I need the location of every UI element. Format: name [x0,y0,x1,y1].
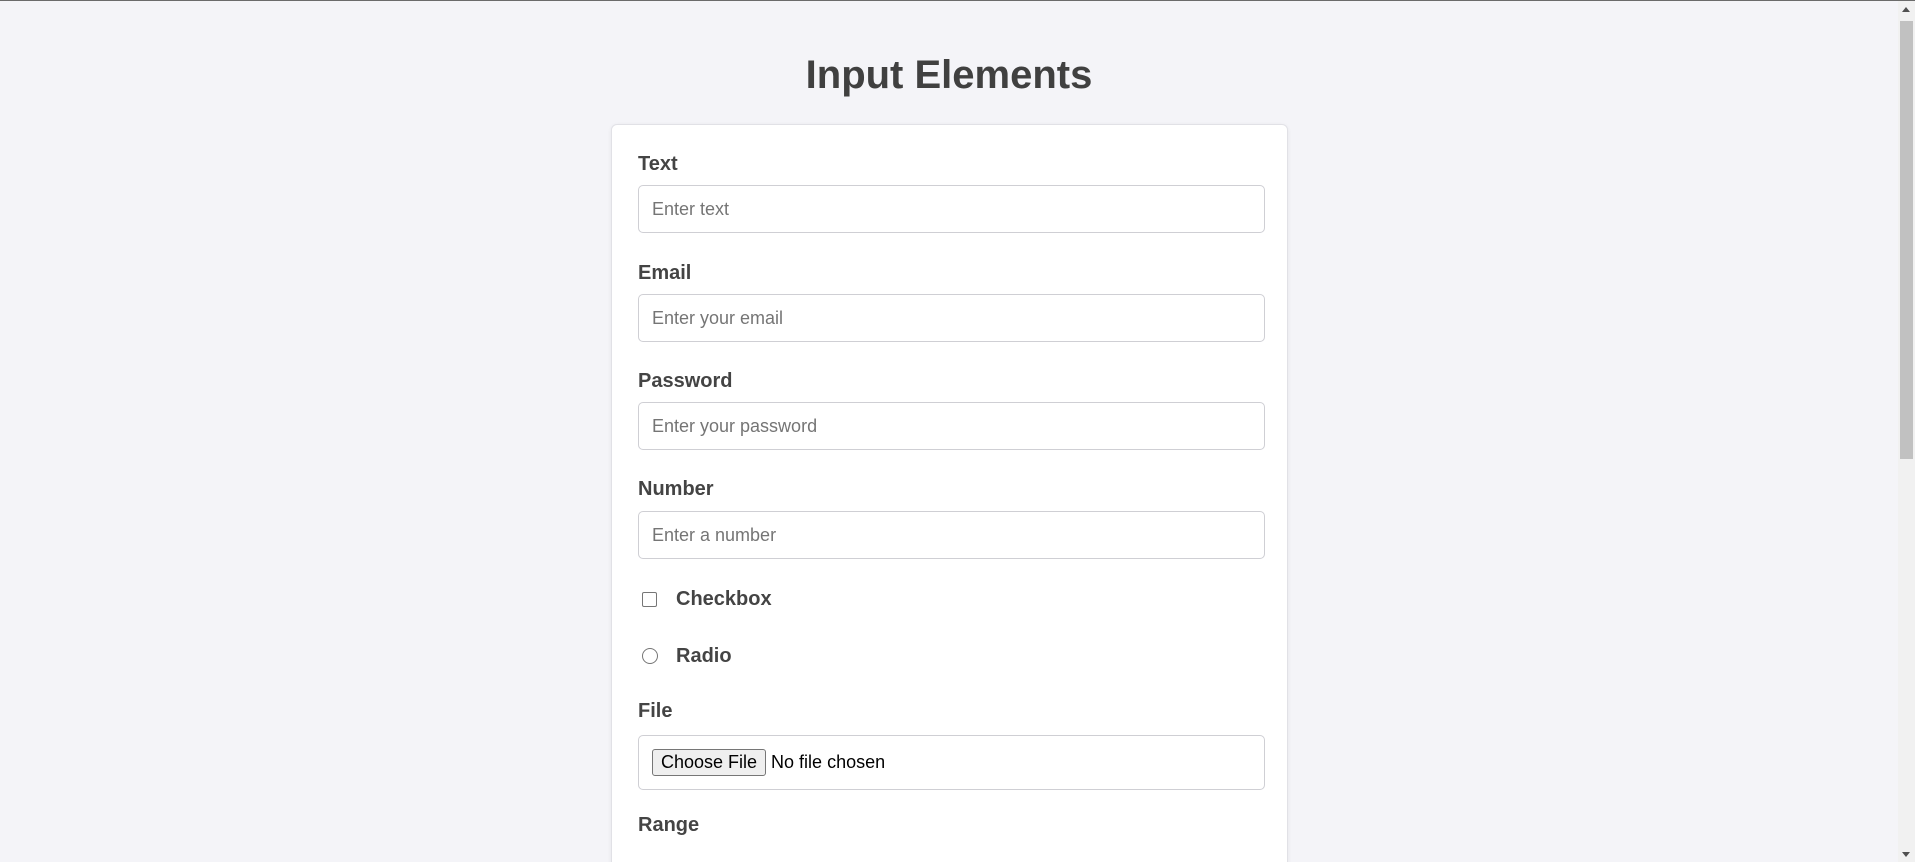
radio-input[interactable] [642,648,658,664]
choose-file-button[interactable]: Choose File [652,749,767,776]
page-title: Input Elements [805,53,1093,97]
password-input[interactable] [638,402,1265,450]
scrollbar-thumb[interactable] [1900,21,1913,459]
email-label: Email [638,262,692,284]
radio-row[interactable]: Radio [642,644,732,668]
file-label: File [638,700,673,722]
text-input[interactable] [638,185,1265,233]
scroll-down-arrow-icon[interactable] [1902,852,1910,857]
checkbox-row[interactable]: Checkbox [642,587,772,611]
range-label: Range [638,814,700,836]
file-status-text: No file chosen [771,752,886,772]
password-label: Password [638,370,733,392]
email-input[interactable] [638,294,1265,342]
text-label: Text [638,153,678,175]
radio-label: Radio [676,645,732,667]
scroll-up-arrow-icon[interactable] [1902,7,1910,12]
vertical-scrollbar[interactable] [1898,1,1915,862]
checkbox-input[interactable] [642,591,657,607]
number-label: Number [638,478,714,500]
input-form-card: Text Email Password Number Checkbox Radi… [611,124,1288,862]
checkbox-label: Checkbox [676,588,772,610]
number-input[interactable] [638,511,1265,559]
file-input[interactable]: Choose File No file chosen [638,735,1265,790]
